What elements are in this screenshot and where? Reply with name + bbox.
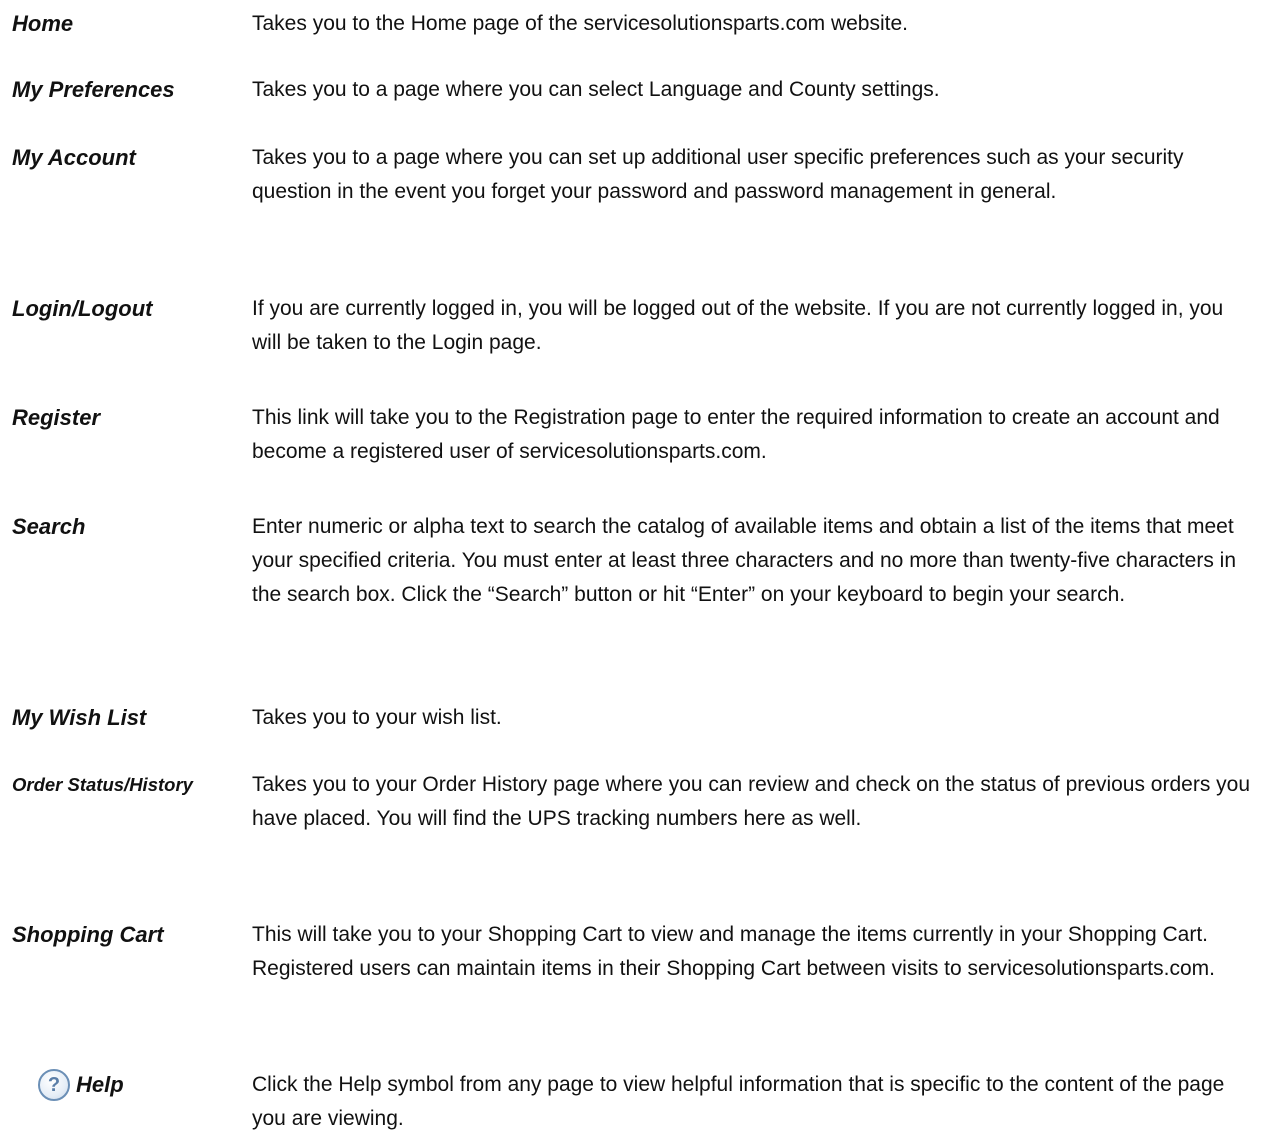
description-my-account: Takes you to a page where you can set up… bbox=[252, 146, 1184, 203]
term-my-account: My Account bbox=[12, 145, 136, 170]
description-my-wish-list: Takes you to your wish list. bbox=[252, 706, 502, 729]
description-help: Click the Help symbol from any page to v… bbox=[252, 1073, 1225, 1130]
term-my-preferences: My Preferences bbox=[12, 77, 175, 102]
term-help: Help bbox=[76, 1072, 124, 1097]
help-question-icon[interactable]: ? bbox=[38, 1069, 70, 1101]
term-order-status-history: Order Status/History bbox=[12, 774, 193, 795]
term-shopping-cart: Shopping Cart bbox=[12, 922, 164, 947]
description-register: This link will take you to the Registrat… bbox=[252, 406, 1220, 463]
description-my-preferences: Takes you to a page where you can select… bbox=[252, 78, 940, 101]
description-login-logout: If you are currently logged in, you will… bbox=[252, 297, 1224, 354]
term-home: Home bbox=[12, 11, 74, 36]
term-login-logout: Login/Logout bbox=[12, 296, 153, 321]
help-question-glyph: ? bbox=[47, 1074, 61, 1096]
description-order-status-history: Takes you to your Order History page whe… bbox=[252, 773, 1251, 830]
term-search: Search bbox=[12, 514, 86, 539]
description-search: Enter numeric or alpha text to search th… bbox=[252, 515, 1236, 606]
description-shopping-cart: This will take you to your Shopping Cart… bbox=[252, 923, 1215, 980]
term-register: Register bbox=[12, 405, 101, 430]
term-my-wish-list: My Wish List bbox=[12, 705, 147, 730]
description-home: Takes you to the Home page of the servic… bbox=[252, 12, 909, 35]
